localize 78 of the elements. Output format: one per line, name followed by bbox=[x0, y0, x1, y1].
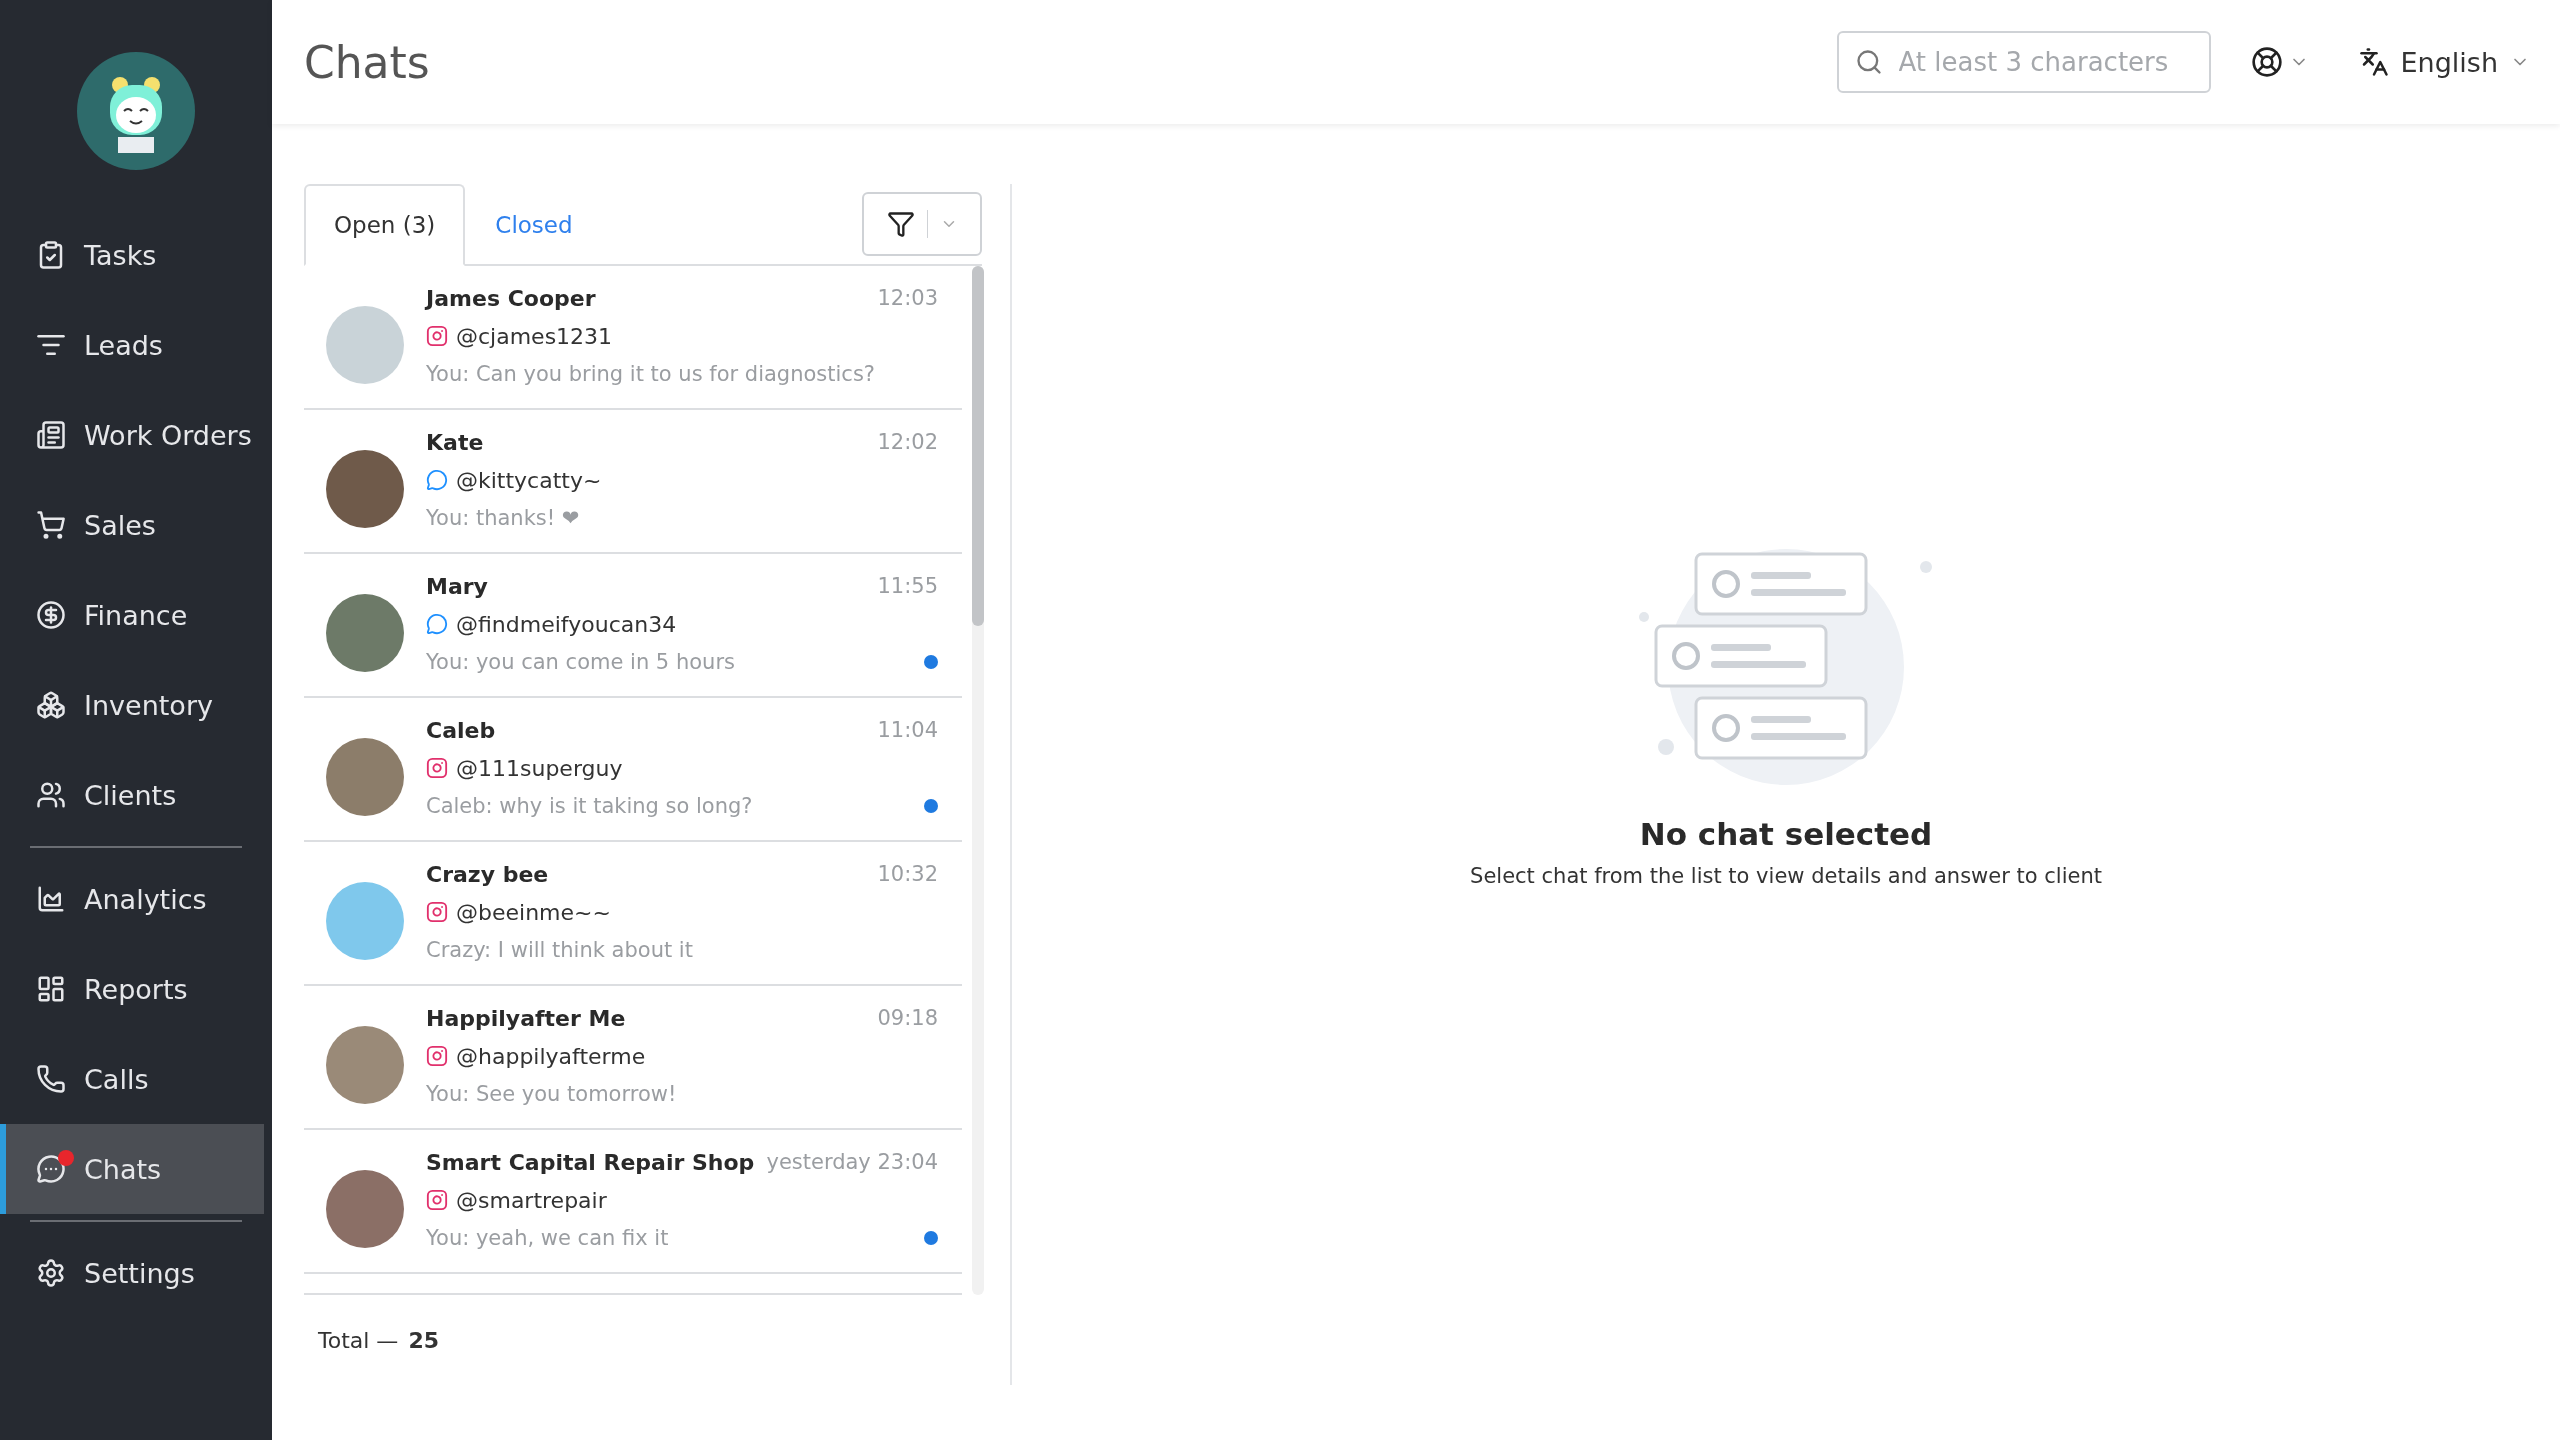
contact-name: Happilyafter Me bbox=[426, 1005, 627, 1031]
filter-icon bbox=[886, 210, 915, 238]
chat-list-item[interactable]: James Cooper 12:03 @cjames1231 You: Can you bring it to us for diagnostics? bbox=[304, 266, 962, 410]
lifebuoy-icon bbox=[2250, 46, 2283, 78]
menu-item-icon bbox=[36, 884, 66, 914]
contact-handle: @cjames1231 bbox=[456, 323, 613, 349]
sidebar-item[interactable]: Calls bbox=[0, 1034, 264, 1124]
page-title: Chats bbox=[304, 36, 431, 88]
language-button[interactable]: English bbox=[2358, 46, 2530, 78]
messenger-icon bbox=[426, 469, 448, 491]
menu-item-icon bbox=[36, 690, 66, 720]
menu-item-icon bbox=[36, 974, 66, 1004]
sidebar-item[interactable]: Analytics bbox=[0, 854, 264, 944]
instagram-icon bbox=[426, 901, 448, 923]
chat-list-item[interactable]: Smart Capital Repair Shop yesterday 23:04 @smartrepair You: yeah, we can fix it bbox=[304, 1130, 962, 1274]
sidebar-item[interactable]: Work Orders bbox=[0, 390, 264, 480]
scrollbar-thumb[interactable] bbox=[972, 266, 984, 626]
empty-state-title: No chat selected bbox=[1639, 815, 1933, 852]
contact-handle: @happilyafterme bbox=[456, 1043, 646, 1069]
message-preview: You: Can you bring it to us for diagnostics? bbox=[426, 362, 876, 386]
contact-handle: @beeinme~~ bbox=[456, 899, 611, 925]
contact-handle: @findmeifyoucan34 bbox=[456, 611, 677, 637]
sidebar-item[interactable]: Inventory bbox=[0, 660, 264, 750]
empty-state-text: Select chat from the list to view details and answer to client bbox=[1470, 863, 2102, 888]
menu-item-icon bbox=[36, 1154, 66, 1184]
chat-list-item[interactable]: Happilyafter Me 09:18 @happilyafterme You: See you tomorrow! bbox=[304, 986, 962, 1130]
sidebar-item[interactable]: Finance bbox=[0, 570, 264, 660]
menu-item-icon bbox=[36, 1258, 66, 1288]
sidebar-item[interactable]: Sales bbox=[0, 480, 264, 570]
chat-list-item[interactable]: Kate 12:02 @kittycatty~ You: thanks! ❤ bbox=[304, 410, 962, 554]
message-preview: You: yeah, we can fix it bbox=[426, 1226, 670, 1250]
total-count: 25 bbox=[408, 1327, 439, 1353]
contact-name: Caleb bbox=[426, 717, 497, 743]
menu-item-icon bbox=[36, 780, 66, 810]
sidebar-item[interactable]: Chats bbox=[0, 1124, 264, 1214]
contact-name: Crazy bee bbox=[426, 861, 550, 887]
message-time: 12:02 bbox=[877, 430, 938, 454]
message-preview: Caleb: why is it taking so long? bbox=[426, 794, 754, 818]
message-time: 09:18 bbox=[877, 1006, 938, 1030]
contact-name: Mary bbox=[426, 573, 489, 599]
message-time: yesterday 23:04 bbox=[766, 1150, 938, 1174]
sidebar-item[interactable]: Reports bbox=[0, 944, 264, 1034]
search-field[interactable]: At least 3 characters bbox=[1836, 31, 2211, 93]
messenger-icon bbox=[426, 613, 448, 635]
message-time: 10:32 bbox=[877, 862, 938, 886]
message-time: 12:03 bbox=[877, 286, 938, 310]
contact-handle: @111superguy bbox=[456, 755, 623, 781]
sidebar-item[interactable]: Tasks bbox=[0, 210, 264, 300]
menu-item-icon bbox=[36, 600, 66, 630]
translate-icon bbox=[2358, 47, 2389, 77]
sidebar-item[interactable]: Clients bbox=[0, 750, 264, 840]
sidebar-item[interactable]: Leads bbox=[0, 300, 264, 390]
message-preview: Crazy: I will think about it bbox=[426, 938, 694, 962]
contact-handle: @smartrepair bbox=[456, 1187, 607, 1213]
menu-item-icon bbox=[36, 510, 66, 540]
menu-item-icon bbox=[36, 420, 66, 450]
chat-list-item[interactable]: Crazy bee 10:32 @beeinme~~ Crazy: I will think about it bbox=[304, 842, 962, 986]
instagram-icon bbox=[426, 325, 448, 347]
instagram-icon bbox=[426, 1045, 448, 1067]
tab[interactable]: Open (3) bbox=[304, 184, 466, 266]
instagram-icon bbox=[426, 757, 448, 779]
message-preview: You: thanks! ❤ bbox=[426, 506, 581, 530]
message-time: 11:04 bbox=[877, 718, 938, 742]
message-preview: You: See you tomorrow! bbox=[426, 1082, 678, 1106]
instagram-icon bbox=[426, 1189, 448, 1211]
sidebar-item[interactable]: Settings bbox=[0, 1228, 264, 1318]
chat-list-item[interactable]: Mary 11:55 @findmeifyoucan34 You: you can come in 5 hours bbox=[304, 554, 962, 698]
total-label: Total — bbox=[318, 1327, 399, 1353]
search-icon bbox=[1854, 48, 1883, 76]
contact-handle: @kittycatty~ bbox=[456, 467, 602, 493]
contact-name: Kate bbox=[426, 429, 485, 455]
filter-button[interactable] bbox=[862, 192, 982, 256]
message-time: 11:55 bbox=[877, 574, 938, 598]
contact-name: Smart Capital Repair Shop bbox=[426, 1149, 756, 1175]
contact-name: James Cooper bbox=[426, 285, 597, 311]
menu-item-icon bbox=[36, 1064, 66, 1094]
message-preview: You: you can come in 5 hours bbox=[426, 650, 736, 674]
chat-list-item[interactable]: Caleb 11:04 @111superguy Caleb: why is it taking so long? bbox=[304, 698, 962, 842]
